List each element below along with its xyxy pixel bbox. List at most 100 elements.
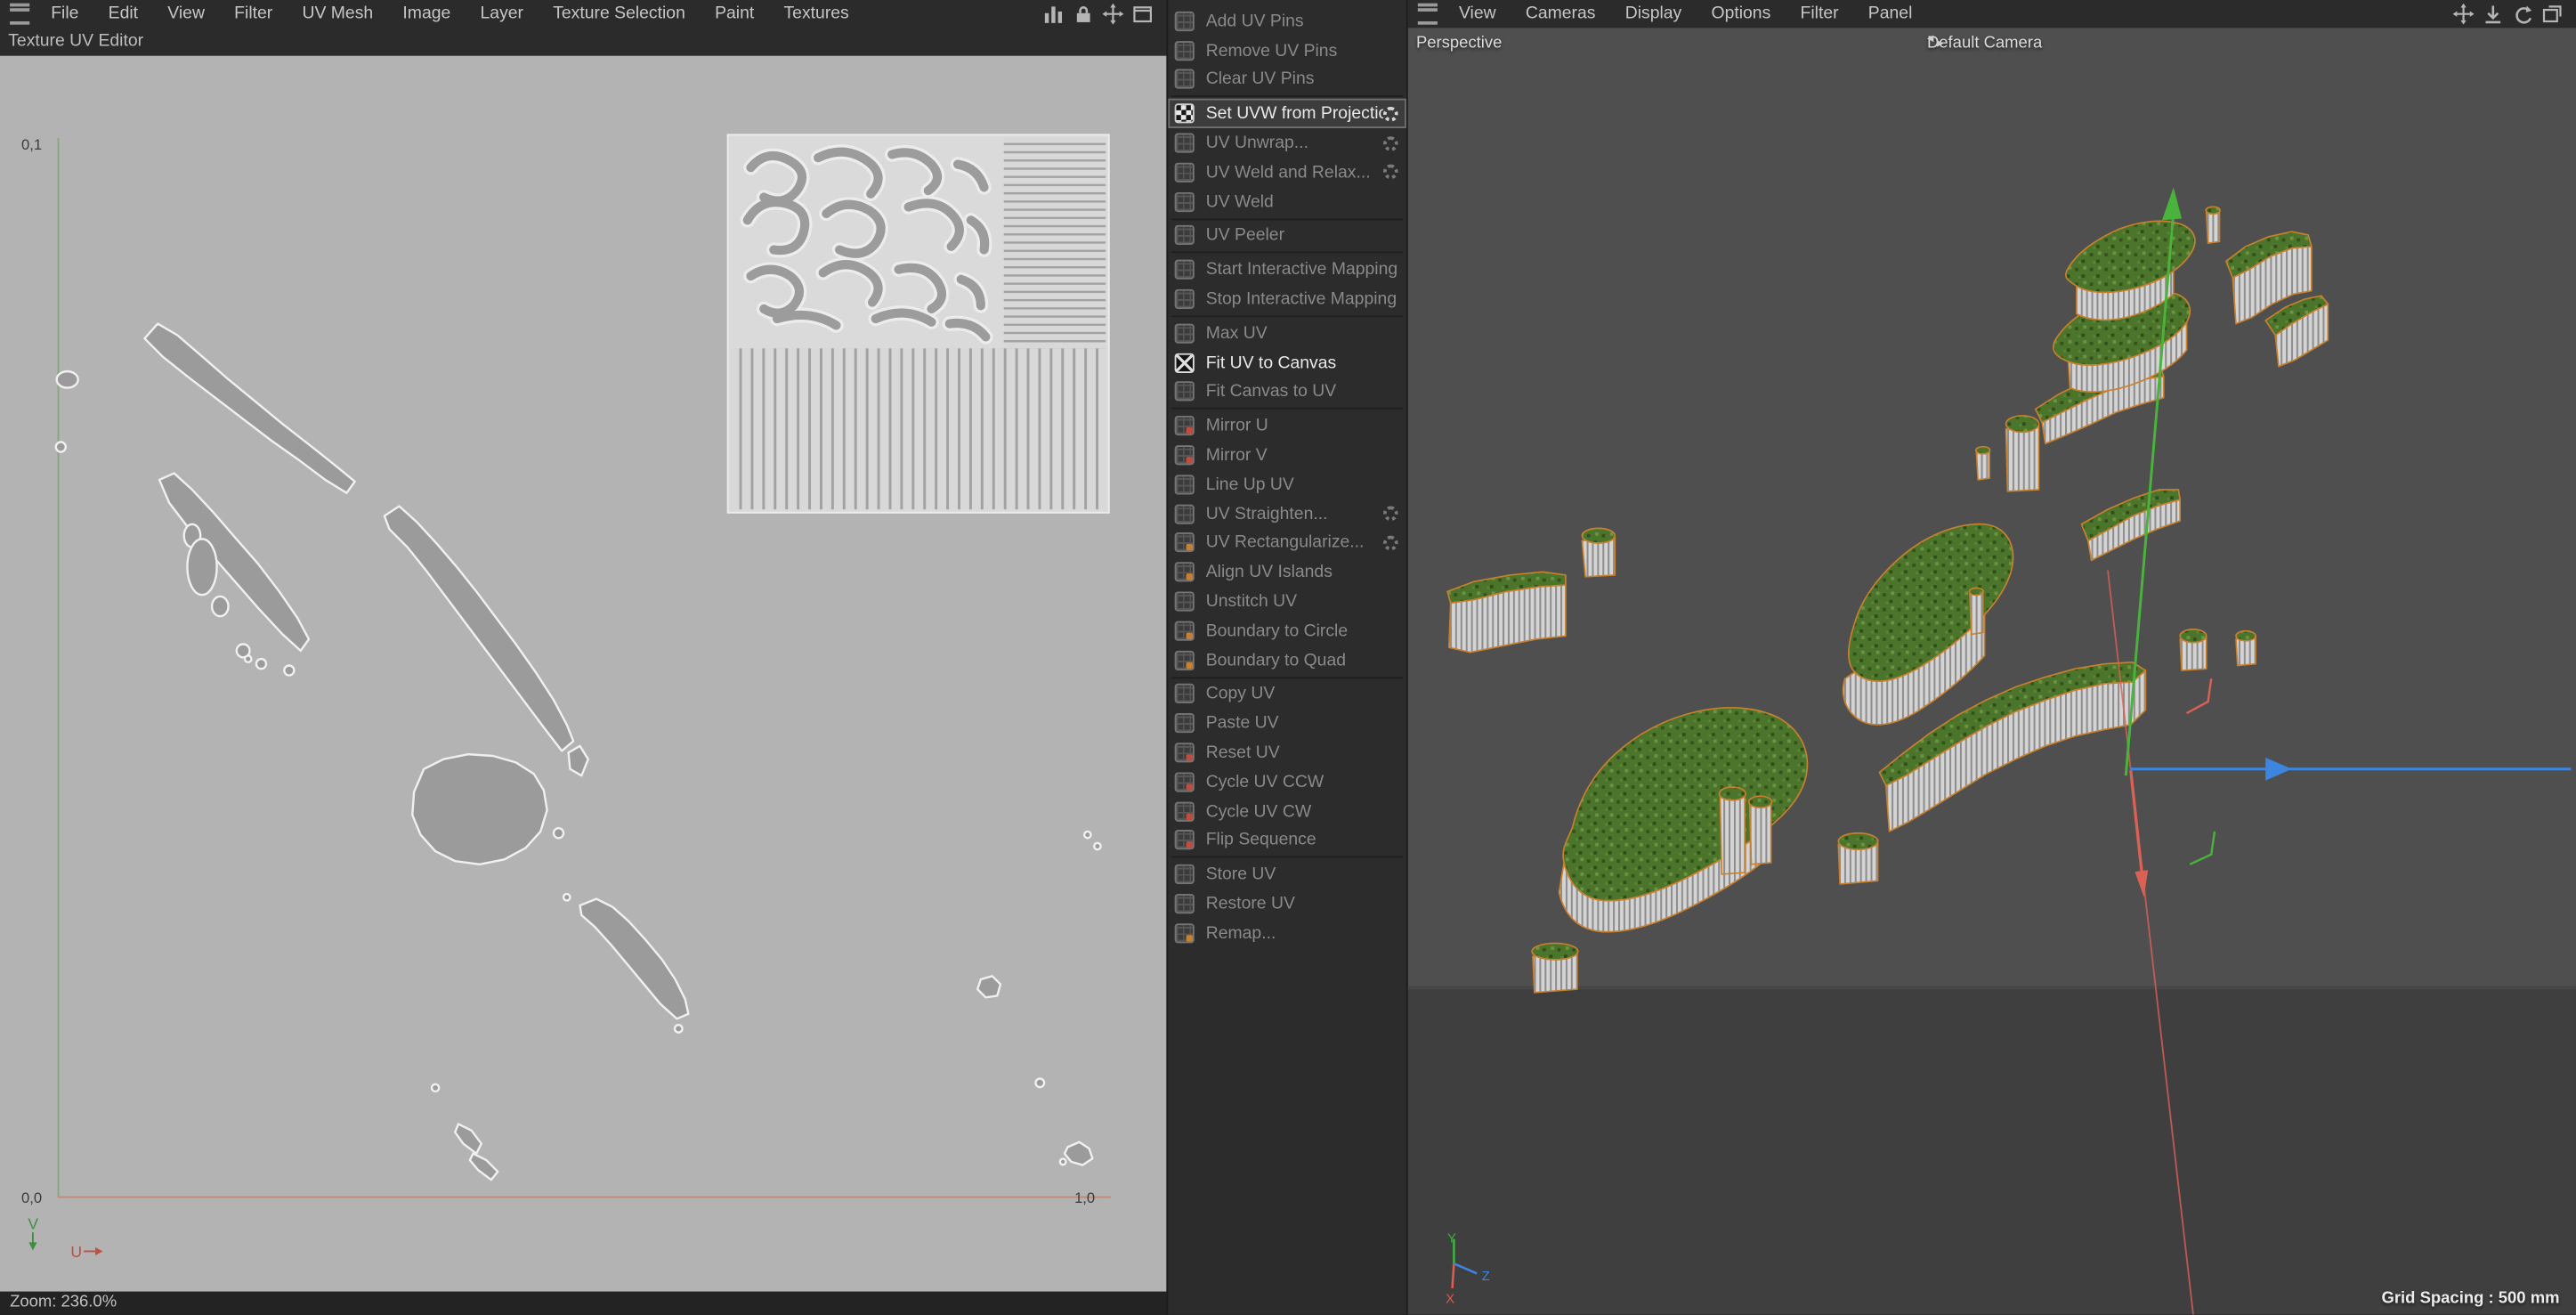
separator xyxy=(1168,675,1406,680)
cmd-fit-canvas-to-uv[interactable]: Fit Canvas to UV xyxy=(1168,377,1406,407)
hamburger-menu-icon[interactable] xyxy=(10,2,30,24)
cmd-label: Remove UV Pins xyxy=(1205,40,1338,61)
menu-view[interactable]: View xyxy=(1444,4,1511,23)
weld-relax-icon xyxy=(1174,162,1195,183)
cycle-cw-icon xyxy=(1174,800,1195,822)
menu-uv-mesh[interactable]: UV Mesh xyxy=(288,4,388,23)
view-mode-label[interactable]: Perspective xyxy=(1416,35,1502,53)
cmd-line-up-uv[interactable]: Line Up UV xyxy=(1168,470,1406,499)
flip-icon xyxy=(1174,830,1195,850)
cmd-boundary-to-circle[interactable]: Boundary to Circle xyxy=(1168,616,1406,645)
cmd-remap[interactable]: Remap... xyxy=(1168,919,1406,948)
peeler-icon xyxy=(1174,225,1195,246)
cmd-cycle-uv-cw[interactable]: Cycle UV CW xyxy=(1168,797,1406,826)
menu-paint[interactable]: Paint xyxy=(700,4,768,23)
panel-title: Texture UV Editor xyxy=(0,28,1167,56)
menu-file[interactable]: File xyxy=(36,4,93,23)
lock-icon[interactable] xyxy=(1073,3,1094,24)
zoom-status: Zoom: 236.0% xyxy=(0,1291,1167,1315)
mirror-u-icon xyxy=(1174,416,1195,436)
unstitch-icon xyxy=(1174,591,1195,612)
straighten-icon xyxy=(1174,503,1195,524)
cmd-label: UV Rectangularize... xyxy=(1205,532,1365,553)
gear-icon[interactable] xyxy=(1383,506,1398,522)
separator xyxy=(1168,216,1406,222)
camera-swap-icon[interactable] xyxy=(1926,35,1944,48)
dock-icon[interactable] xyxy=(1132,3,1154,24)
interactive-mapping-stop-icon xyxy=(1174,288,1195,310)
menu-view[interactable]: View xyxy=(153,4,220,23)
uv-label-01: 0,1 xyxy=(21,136,42,153)
cmd-stop-interactive-mapping[interactable]: Stop Interactive Mapping xyxy=(1168,285,1406,314)
pin-clear-icon xyxy=(1174,69,1195,90)
cmd-copy-uv[interactable]: Copy UV xyxy=(1168,679,1406,709)
cmd-set-uvw-from-projection[interactable]: Set UVW from Projection... xyxy=(1168,99,1406,129)
cmd-uv-unwrap[interactable]: UV Unwrap... xyxy=(1168,128,1406,158)
menu-options[interactable]: Options xyxy=(1697,4,1786,23)
gear-icon[interactable] xyxy=(1383,106,1398,122)
sync-icon[interactable] xyxy=(2512,3,2533,24)
cmd-label: Clear UV Pins xyxy=(1205,69,1315,90)
menu-filter[interactable]: Filter xyxy=(1786,4,1853,23)
cmd-label: Unstitch UV xyxy=(1205,591,1298,612)
cmd-uv-peeler[interactable]: UV Peeler xyxy=(1168,221,1406,250)
cmd-uv-straighten[interactable]: UV Straighten... xyxy=(1168,499,1406,529)
menu-display[interactable]: Display xyxy=(1610,4,1697,23)
histogram-icon[interactable] xyxy=(1043,3,1065,24)
gear-icon[interactable] xyxy=(1383,135,1398,151)
cmd-label: Fit Canvas to UV xyxy=(1205,382,1337,402)
uv-v-label: V xyxy=(28,1215,38,1233)
cmd-flip-sequence[interactable]: Flip Sequence xyxy=(1168,825,1406,855)
cmd-start-interactive-mapping[interactable]: Start Interactive Mapping xyxy=(1168,256,1406,285)
texture-uv-editor-pane: File Edit View Filter UV Mesh Image Layer Textu… xyxy=(0,0,1167,1315)
cmd-mirror-v[interactable]: Mirror V xyxy=(1168,441,1406,470)
cmd-paste-uv[interactable]: Paste UV xyxy=(1168,709,1406,738)
menu-cameras[interactable]: Cameras xyxy=(1511,4,1610,23)
cmd-cycle-uv-ccw[interactable]: Cycle UV CCW xyxy=(1168,767,1406,797)
menu-textures[interactable]: Textures xyxy=(769,4,863,23)
menu-panel[interactable]: Panel xyxy=(1853,4,1927,23)
cmd-uv-rectangularize[interactable]: UV Rectangularize... xyxy=(1168,528,1406,557)
float-icon[interactable] xyxy=(2541,3,2563,24)
cmd-restore-uv[interactable]: Restore UV xyxy=(1168,889,1406,919)
cmd-uv-weld-and-relax[interactable]: UV Weld and Relax... xyxy=(1168,158,1406,187)
unwrap-icon xyxy=(1174,133,1195,153)
cmd-label: Add UV Pins xyxy=(1205,11,1304,31)
menu-edit[interactable]: Edit xyxy=(93,4,153,23)
boundary-quad-icon xyxy=(1174,650,1195,670)
uv-editor-menu: File Edit View Filter UV Mesh Image Layer Textu… xyxy=(36,4,864,23)
menu-layer[interactable]: Layer xyxy=(466,4,539,23)
cmd-clear-uv-pins[interactable]: Clear UV Pins xyxy=(1168,65,1406,94)
fit-uv-canvas-icon xyxy=(1174,353,1195,373)
cmd-add-uv-pins[interactable]: Add UV Pins xyxy=(1168,6,1406,36)
cmd-align-uv-islands[interactable]: Align UV Islands xyxy=(1168,557,1406,587)
gear-icon[interactable] xyxy=(1383,535,1398,551)
cmd-uv-weld[interactable]: UV Weld xyxy=(1168,187,1406,216)
cmd-mirror-u[interactable]: Mirror U xyxy=(1168,411,1406,441)
download-icon[interactable] xyxy=(2483,3,2504,24)
cmd-store-uv[interactable]: Store UV xyxy=(1168,860,1406,889)
pan-icon[interactable] xyxy=(1102,2,1124,24)
cmd-max-uv[interactable]: Max UV xyxy=(1168,319,1406,348)
texture-preview[interactable] xyxy=(726,134,1110,514)
pan-icon[interactable] xyxy=(2452,2,2475,24)
cmd-label: Max UV xyxy=(1205,323,1268,344)
cmd-remove-uv-pins[interactable]: Remove UV Pins xyxy=(1168,36,1406,65)
cmd-unstitch-uv[interactable]: Unstitch UV xyxy=(1168,587,1406,616)
mirror-v-icon xyxy=(1174,445,1195,466)
menu-texture-selection[interactable]: Texture Selection xyxy=(539,4,701,23)
camera-label[interactable]: Default Camera xyxy=(1926,35,2042,53)
uv-canvas[interactable]: 0,1 0,0 1,0 V U xyxy=(0,55,1167,1292)
menu-image[interactable]: Image xyxy=(388,4,466,23)
texture-horizontal-stripes xyxy=(1003,138,1106,349)
align-islands-icon xyxy=(1174,562,1195,582)
cmd-fit-uv-to-canvas[interactable]: Fit UV to Canvas xyxy=(1168,348,1406,377)
gizmo-y-label: Y xyxy=(1447,1231,1456,1246)
cmd-reset-uv[interactable]: Reset UV xyxy=(1168,738,1406,767)
menu-filter[interactable]: Filter xyxy=(220,4,288,23)
gear-icon[interactable] xyxy=(1383,165,1398,180)
store-icon xyxy=(1174,864,1195,885)
viewport-3d[interactable]: Perspective Default Camera Grid Spacing … xyxy=(1407,28,2576,1315)
cmd-boundary-to-quad[interactable]: Boundary to Quad xyxy=(1168,645,1406,675)
hamburger-menu-icon[interactable] xyxy=(1417,2,1438,24)
